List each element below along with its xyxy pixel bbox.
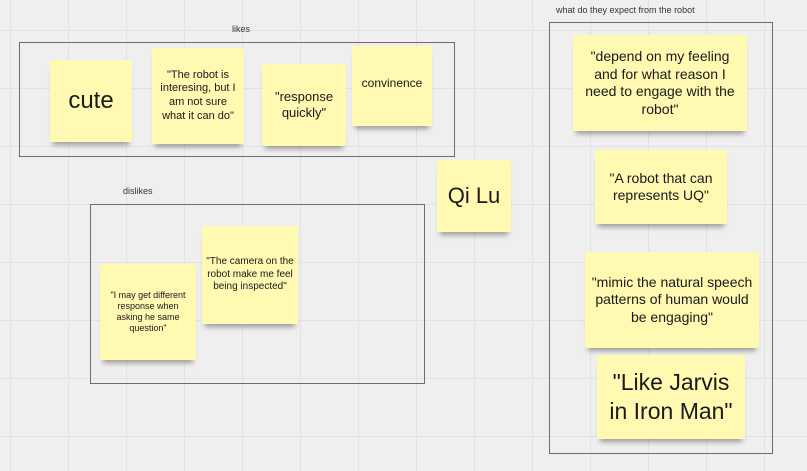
sticky-note-different-response[interactable]: "I may get different response when askin… xyxy=(100,264,196,360)
sticky-note-response-quickly[interactable]: "response quickly" xyxy=(262,64,346,146)
sticky-note-like-jarvis[interactable]: "Like Jarvis in Iron Man" xyxy=(597,355,745,439)
dislikes-frame-label: dislikes xyxy=(123,186,153,196)
likes-frame-label: likes xyxy=(232,24,251,34)
sticky-note-cute[interactable]: cute xyxy=(50,60,132,142)
sticky-note-mimic-speech[interactable]: "mimic the natural speech patterns of hu… xyxy=(585,252,759,348)
sticky-note-convinence[interactable]: convinence xyxy=(352,46,432,126)
sticky-note-camera-inspected[interactable]: "The camera on the robot make me feel be… xyxy=(202,226,298,324)
sticky-note-depend-feeling[interactable]: "depend on my feeling and for what reaso… xyxy=(573,35,747,131)
sticky-note-represents-uq[interactable]: "A robot that can represents UQ" xyxy=(595,150,727,224)
sticky-note-name[interactable]: Qi Lu xyxy=(437,160,511,232)
sticky-note-robot-interesting[interactable]: "The robot is interesing, but I am not s… xyxy=(152,48,244,144)
expect-frame-label: what do they expect from the robot xyxy=(556,5,695,15)
